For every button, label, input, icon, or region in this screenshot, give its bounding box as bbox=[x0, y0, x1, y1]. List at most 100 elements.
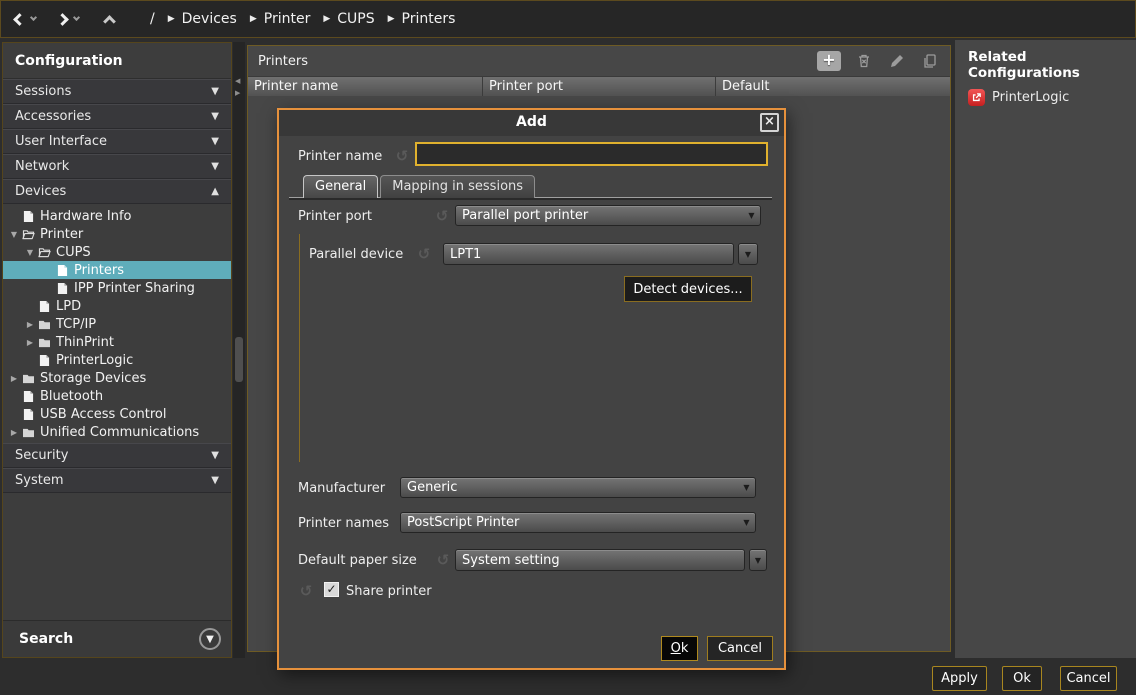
expander-expanded-icon[interactable]: ▼ bbox=[23, 248, 37, 257]
breadcrumb-item-devices[interactable]: ▶ Devices bbox=[168, 11, 237, 27]
tree-item-tcp-ip[interactable]: ▶ TCP/IP bbox=[3, 315, 231, 333]
up-icon[interactable] bbox=[103, 15, 116, 28]
sidebar-section-devices[interactable]: Devices ▲ bbox=[3, 179, 231, 204]
folder-open-icon bbox=[37, 247, 51, 258]
tab-mapping-in-sessions[interactable]: Mapping in sessions bbox=[380, 175, 535, 198]
document-icon bbox=[21, 390, 35, 403]
tree-item-storage-devices[interactable]: ▶ Storage Devices bbox=[3, 369, 231, 387]
scrollbar-thumb[interactable] bbox=[235, 337, 243, 382]
chevron-down-icon: ▼ bbox=[206, 634, 214, 645]
add-dialog: Add × Printer name ↺ General Mapping in … bbox=[277, 108, 786, 670]
tree-item-lpd[interactable]: LPD bbox=[3, 297, 231, 315]
related-item-printerlogic[interactable]: PrinterLogic bbox=[968, 89, 1136, 106]
tree-item-unified-communications[interactable]: ▶ Unified Communications bbox=[3, 423, 231, 441]
reset-icon[interactable]: ↺ bbox=[393, 146, 411, 167]
top-toolbar: / ▶ Devices ▶ Printer ▶ CUPS ▶ Printers bbox=[0, 0, 1136, 38]
sidebar-scrollbar[interactable]: ◀ ▶ bbox=[233, 42, 245, 658]
reset-icon[interactable]: ↺ bbox=[297, 581, 315, 602]
sidebar-section-sessions[interactable]: Sessions ▼ bbox=[3, 79, 231, 104]
chevron-down-icon: ▼ bbox=[211, 161, 219, 172]
tree-item-hardware-info[interactable]: Hardware Info bbox=[3, 207, 231, 225]
forward-icon[interactable] bbox=[56, 13, 69, 26]
chevron-down-icon: ▼ bbox=[211, 86, 219, 97]
related-configurations-panel: Related Configurations PrinterLogic bbox=[955, 40, 1136, 658]
back-history-caret-icon[interactable] bbox=[30, 14, 37, 21]
reset-icon[interactable]: ↺ bbox=[434, 550, 452, 571]
chevron-up-icon: ▲ bbox=[211, 186, 219, 197]
chevron-down-icon: ▼ bbox=[211, 111, 219, 122]
tree-item-thinprint[interactable]: ▶ ThinPrint bbox=[3, 333, 231, 351]
chevron-down-icon: ▼ bbox=[738, 518, 755, 527]
close-icon[interactable]: × bbox=[760, 113, 779, 132]
expander-expanded-icon[interactable]: ▼ bbox=[7, 230, 21, 239]
printer-names-select[interactable]: PostScript Printer ▼ bbox=[400, 512, 756, 533]
breadcrumb-arrow-icon: ▶ bbox=[250, 14, 257, 24]
back-icon[interactable] bbox=[13, 13, 26, 26]
detect-devices-button[interactable]: Detect devices... bbox=[624, 276, 752, 302]
apply-button[interactable]: Apply bbox=[932, 666, 987, 691]
breadcrumb-arrow-icon: ▶ bbox=[168, 14, 175, 24]
breadcrumb-root[interactable]: / bbox=[150, 11, 155, 27]
sidebar-section-system[interactable]: System ▼ bbox=[3, 468, 231, 493]
column-header-printer-port[interactable]: Printer port bbox=[483, 77, 716, 96]
expander-collapsed-icon[interactable]: ▶ bbox=[7, 428, 21, 437]
breadcrumb-item-printer[interactable]: ▶ Printer bbox=[250, 11, 311, 27]
tree-item-printerlogic[interactable]: PrinterLogic bbox=[3, 351, 231, 369]
tree-item-cups[interactable]: ▼ CUPS bbox=[3, 243, 231, 261]
expander-collapsed-icon[interactable]: ▶ bbox=[23, 320, 37, 329]
tree-item-usb-access-control[interactable]: USB Access Control bbox=[3, 405, 231, 423]
document-icon bbox=[21, 210, 35, 223]
tree-item-ipp-printer-sharing[interactable]: IPP Printer Sharing bbox=[3, 279, 231, 297]
document-icon bbox=[37, 300, 51, 313]
chevron-down-icon: ▼ bbox=[211, 136, 219, 147]
column-header-default[interactable]: Default bbox=[716, 77, 950, 96]
sidebar-section-user-interface[interactable]: User Interface ▼ bbox=[3, 129, 231, 154]
default-paper-size-input[interactable]: System setting bbox=[455, 549, 745, 571]
add-button[interactable]: + bbox=[817, 51, 841, 71]
search-bar[interactable]: Search ▼ bbox=[3, 620, 231, 657]
breadcrumb-item-printers[interactable]: ▶ Printers bbox=[388, 11, 456, 27]
expander-collapsed-icon[interactable]: ▶ bbox=[23, 338, 37, 347]
tree-item-bluetooth[interactable]: Bluetooth bbox=[3, 387, 231, 405]
splitter-right-icon[interactable]: ▶ bbox=[235, 88, 240, 98]
chevron-down-icon: ▼ bbox=[211, 450, 219, 461]
sidebar-section-accessories[interactable]: Accessories ▼ bbox=[3, 104, 231, 129]
column-header-printer-name[interactable]: Printer name bbox=[248, 77, 483, 96]
share-printer-label: Share printer bbox=[346, 581, 432, 602]
breadcrumb-item-cups[interactable]: ▶ CUPS bbox=[323, 11, 374, 27]
chevron-down-icon: ▼ bbox=[743, 211, 760, 220]
printer-port-select[interactable]: Parallel port printer ▼ bbox=[455, 205, 761, 226]
tree-item-printers[interactable]: Printers bbox=[3, 261, 231, 279]
ok-button[interactable]: Ok bbox=[1002, 666, 1042, 691]
reset-icon[interactable]: ↺ bbox=[415, 244, 433, 265]
dialog-cancel-button[interactable]: Cancel bbox=[707, 636, 773, 661]
dialog-title: Add bbox=[279, 110, 784, 136]
panel-title: Printers bbox=[258, 54, 817, 69]
printer-name-input[interactable] bbox=[415, 142, 768, 166]
default-paper-size-dropdown-button[interactable]: ▼ bbox=[749, 549, 767, 571]
search-expand-button[interactable]: ▼ bbox=[199, 628, 221, 650]
manufacturer-select[interactable]: Generic ▼ bbox=[400, 477, 756, 498]
related-configurations-title: Related Configurations bbox=[955, 40, 1136, 81]
tab-general[interactable]: General bbox=[303, 175, 378, 198]
expander-collapsed-icon[interactable]: ▶ bbox=[7, 374, 21, 383]
chevron-down-icon: ▼ bbox=[755, 556, 761, 565]
forward-history-caret-icon[interactable] bbox=[73, 14, 80, 21]
dialog-ok-button[interactable]: Ok bbox=[661, 636, 698, 661]
document-icon bbox=[21, 408, 35, 421]
dialog-tabs: General Mapping in sessions bbox=[289, 175, 772, 198]
default-paper-size-label: Default paper size bbox=[298, 550, 417, 571]
sidebar-section-security[interactable]: Security ▼ bbox=[3, 443, 231, 468]
sidebar-section-network[interactable]: Network ▼ bbox=[3, 154, 231, 179]
share-printer-checkbox[interactable]: ✓ bbox=[324, 582, 339, 597]
reset-icon[interactable]: ↺ bbox=[433, 206, 451, 227]
cancel-button[interactable]: Cancel bbox=[1060, 666, 1117, 691]
device-tree: Hardware Info ▼ Printer ▼ CUPS Printers bbox=[3, 204, 231, 441]
parallel-device-input[interactable]: LPT1 bbox=[443, 243, 734, 265]
delete-icon[interactable] bbox=[854, 52, 874, 70]
copy-icon[interactable] bbox=[920, 52, 940, 70]
tree-item-printer[interactable]: ▼ Printer bbox=[3, 225, 231, 243]
splitter-left-icon[interactable]: ◀ bbox=[235, 76, 240, 86]
edit-icon[interactable] bbox=[887, 52, 907, 70]
parallel-device-dropdown-button[interactable]: ▼ bbox=[738, 243, 758, 265]
